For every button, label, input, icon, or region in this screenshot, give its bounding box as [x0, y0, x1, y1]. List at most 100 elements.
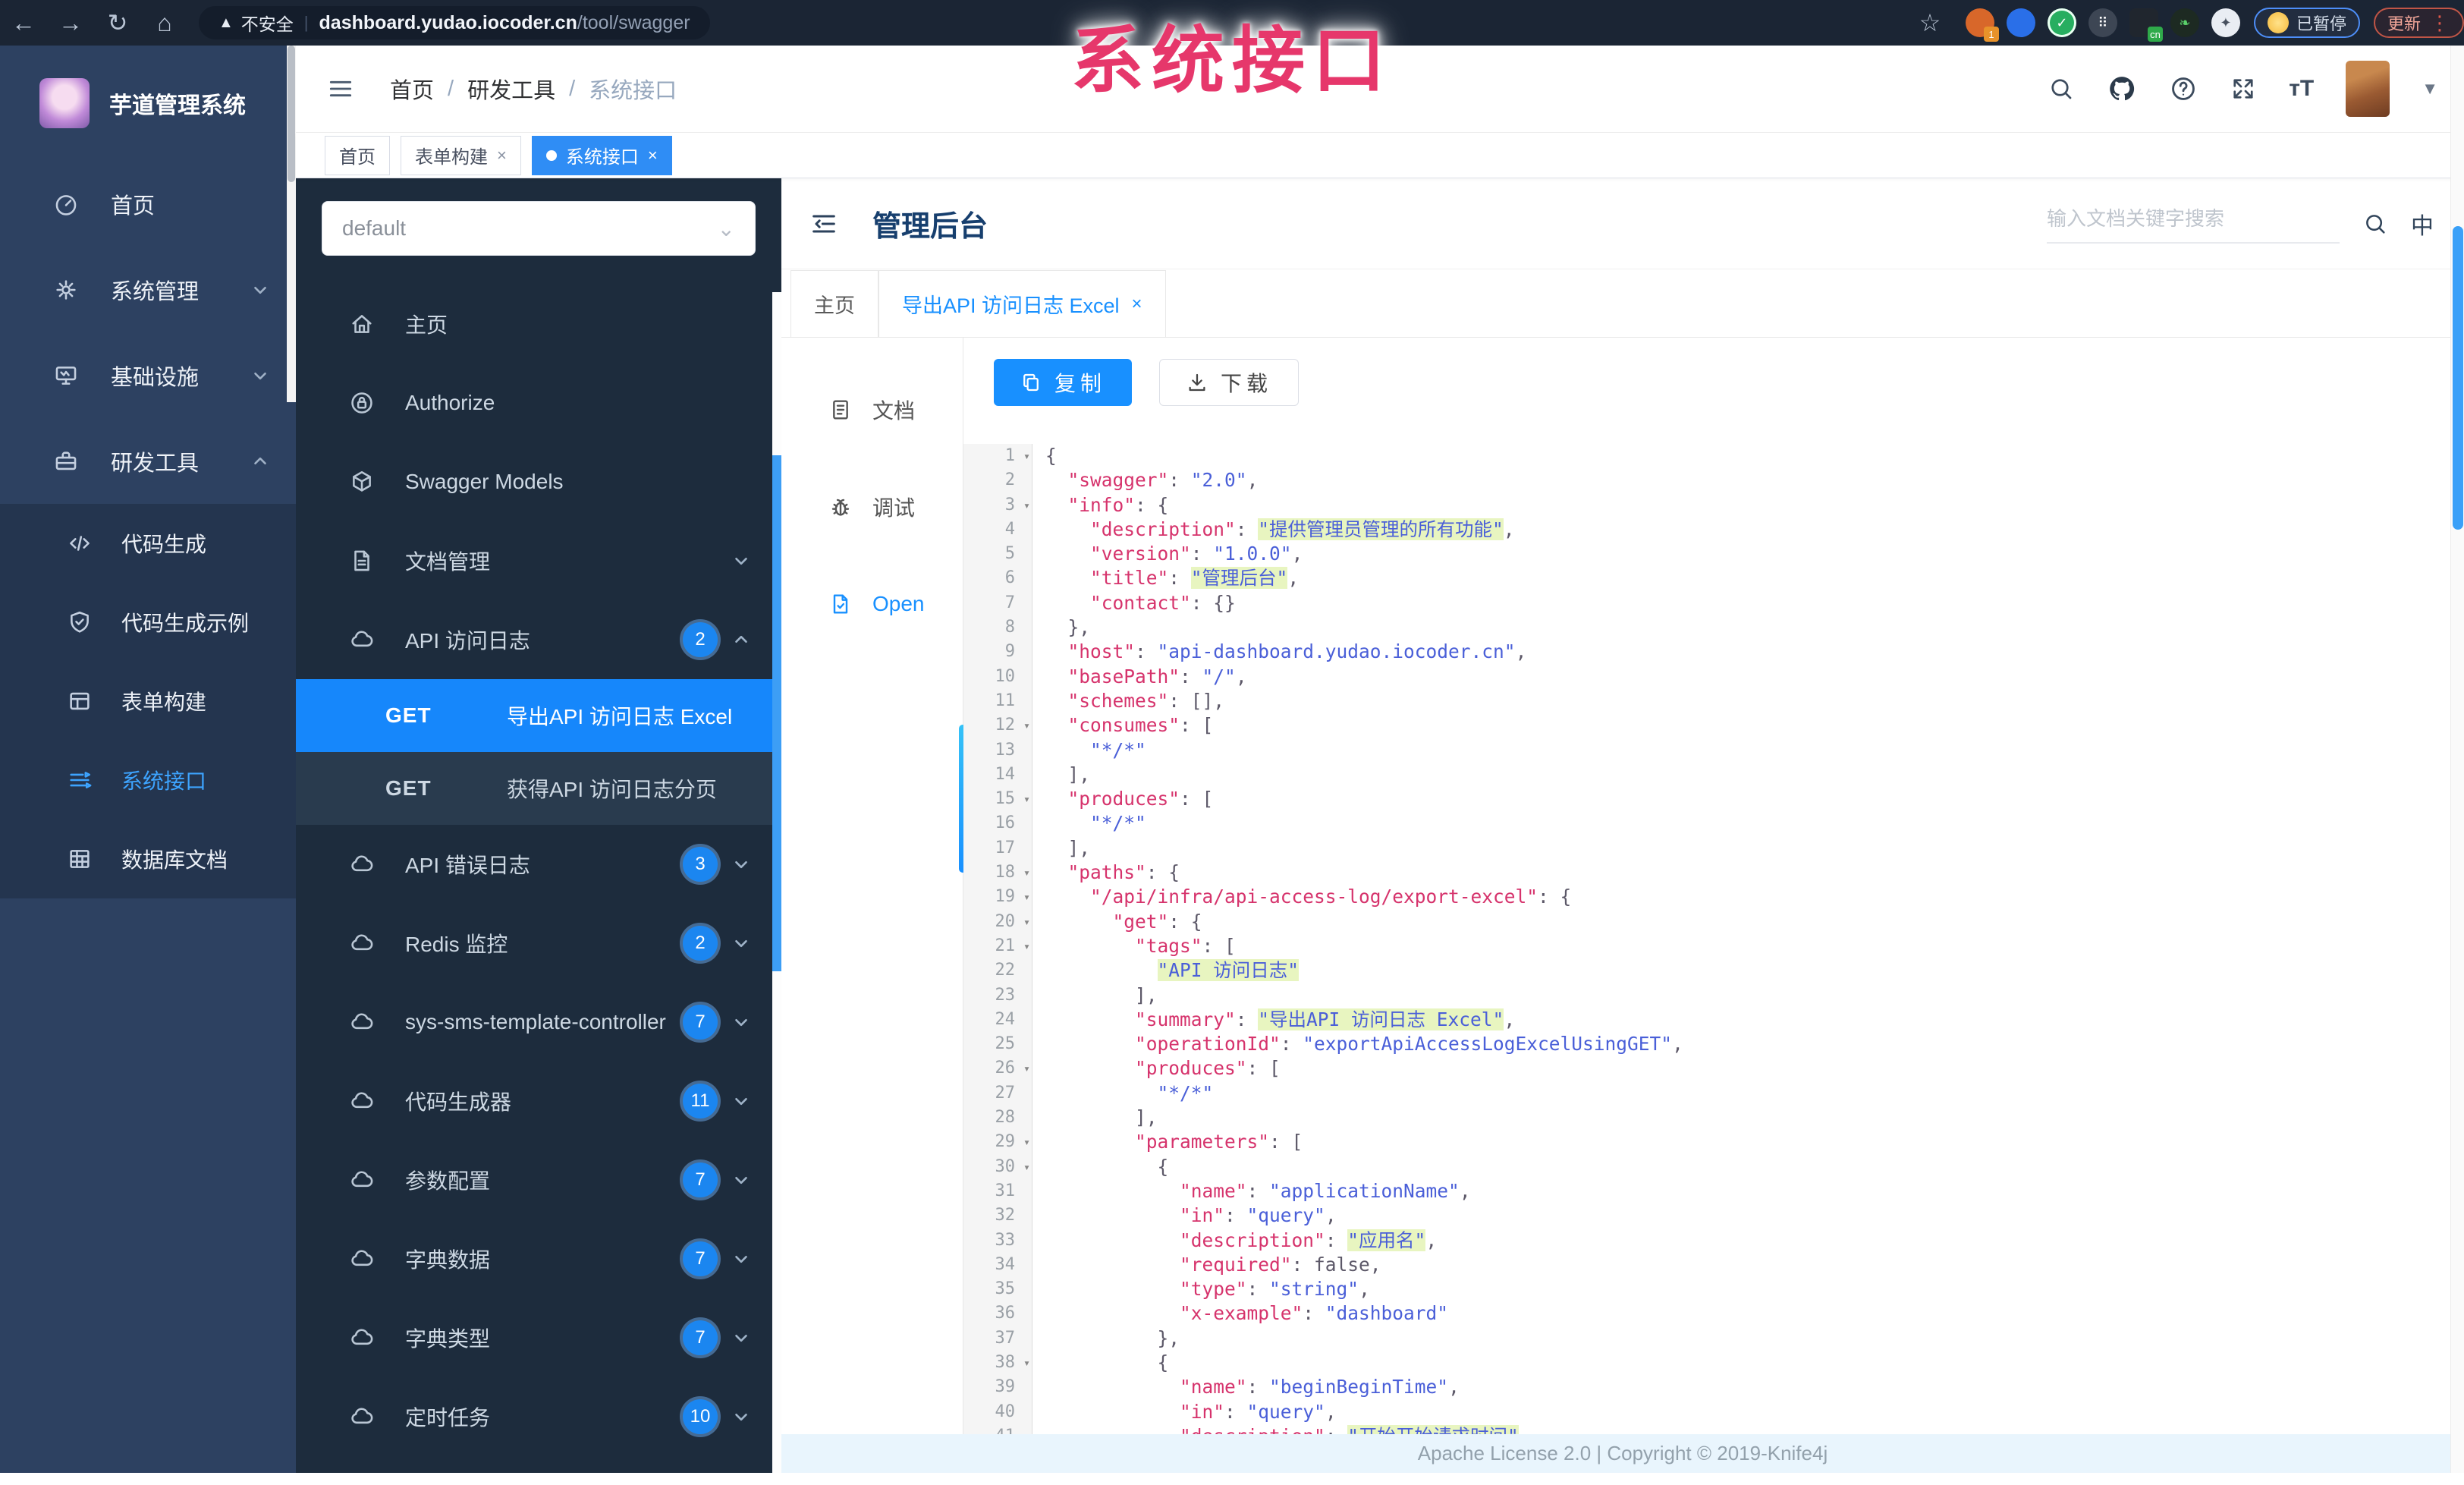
page-scrollbar[interactable] [2450, 46, 2464, 1473]
extension-icon-leaf[interactable]: ❧ [2170, 8, 2199, 37]
collapse-sidebar-icon[interactable] [809, 209, 839, 239]
update-button[interactable]: 更新 ⋮ [2373, 8, 2464, 38]
close-icon[interactable]: × [1132, 294, 1142, 315]
swagger-item-8[interactable]: Redis 监控 2 [296, 904, 781, 983]
swagger-json-editor[interactable]: 1 ▾{2 "swagger": "2.0", 3 ▾ "info": {4 "des… [963, 444, 2441, 1434]
swagger-item-label: API 错误日志 [405, 854, 530, 877]
count-badge: 7 [683, 1163, 718, 1197]
hamburger-icon[interactable] [326, 74, 355, 103]
swagger-scrollbar[interactable] [772, 292, 781, 1473]
fold-caret-icon[interactable]: ▾ [1023, 860, 1030, 885]
api-endpoint-5[interactable]: GET 导出API 访问日志 Excel [296, 679, 781, 752]
window-bottom-strip [0, 1473, 2464, 1485]
swagger-item-13[interactable]: 字典类型 7 [296, 1298, 781, 1377]
code-line-29: 29 ▾ "parameters": [ [963, 1130, 2441, 1154]
code-line-30: 30 ▾ { [963, 1155, 2441, 1179]
code-line-11: 11 "schemes": [], [963, 689, 2441, 713]
language-toggle[interactable]: 中 [2411, 207, 2434, 241]
extension-icon-grid[interactable]: ⠿ [2088, 8, 2117, 37]
breadcrumb-tools[interactable]: 研发工具 [467, 73, 555, 105]
extension-icon-puzzle[interactable]: ✦ [2211, 8, 2240, 37]
fold-caret-icon[interactable]: ▾ [1023, 713, 1030, 738]
page-tag-1[interactable]: 表单构建 × [401, 135, 521, 175]
fold-caret-icon[interactable]: ▾ [1023, 444, 1030, 468]
line-number: 3 ▾ [963, 493, 1032, 518]
sidebar-item-3[interactable]: 研发工具 [0, 418, 296, 504]
swagger-item-4[interactable]: API 访问日志 2 [296, 600, 781, 679]
swagger-item-1[interactable]: Authorize [296, 363, 781, 442]
doc-side-tab-1[interactable]: 调试 [781, 465, 963, 549]
swagger-item-14[interactable]: 定时任务 10 [296, 1377, 781, 1456]
address-bar[interactable]: ▲ 不安全 | dashboard.yudao.iocoder.cn /tool… [199, 6, 710, 39]
doc-side-tab-2[interactable]: Open [781, 562, 963, 646]
endpoint-label: 获得API 访问日志分页 [507, 778, 717, 801]
fold-caret-icon[interactable]: ▾ [1023, 787, 1030, 811]
sidebar-scrollbar[interactable] [287, 46, 296, 402]
fold-caret-icon[interactable]: ▾ [1023, 1130, 1030, 1154]
copy-button[interactable]: 复制 [994, 359, 1133, 406]
doc-side-tab-0[interactable]: 文档 [781, 368, 963, 451]
browser-back-icon[interactable]: ← [0, 9, 47, 37]
swagger-item-9[interactable]: sys-sms-template-controller 7 [296, 983, 781, 1062]
page-tag-2[interactable]: 系统接口 × [531, 135, 672, 175]
user-avatar[interactable] [2346, 61, 2390, 117]
fold-caret-icon[interactable]: ▾ [1023, 934, 1030, 958]
swagger-item-2[interactable]: Swagger Models [296, 442, 781, 521]
sidebar-subitem-1[interactable]: 代码生成示例 [0, 583, 296, 662]
http-method: GET [385, 776, 432, 800]
github-icon[interactable] [2107, 74, 2137, 104]
sidebar-subitem-4[interactable]: 数据库文档 [0, 820, 296, 898]
count-badge: 10 [683, 1399, 718, 1434]
line-number: 24 [995, 1009, 1016, 1029]
font-size-icon[interactable]: ᴛT [2289, 76, 2314, 102]
doc-search-input[interactable]: 输入文档关键字搜索 [2047, 203, 2340, 244]
breadcrumb-home[interactable]: 首页 [390, 73, 434, 105]
fold-caret-icon[interactable]: ▾ [1023, 1351, 1030, 1375]
api-endpoint-6[interactable]: GET 获得API 访问日志分页 [296, 752, 781, 825]
search-icon[interactable] [2048, 75, 2075, 102]
download-button[interactable]: 下载 [1159, 359, 1300, 406]
user-menu-caret-icon[interactable]: ▼ [2422, 79, 2438, 99]
sidebar-subitem-0[interactable]: 代码生成 [0, 504, 296, 583]
browser-menu-icon[interactable]: ⋮ [2430, 11, 2450, 35]
sidebar-subitem-2[interactable]: 表单构建 [0, 662, 296, 741]
extension-icon-orange[interactable]: 1 [1965, 8, 1999, 42]
fold-caret-icon[interactable]: ▾ [1023, 493, 1030, 518]
swagger-item-7[interactable]: API 错误日志 3 [296, 825, 781, 904]
swagger-item-12[interactable]: 字典数据 7 [296, 1219, 781, 1298]
doc-tab-1[interactable]: 导出API 访问日志 Excel × [878, 270, 1166, 337]
doc-tab-label: 导出API 访问日志 Excel [902, 294, 1120, 317]
fullscreen-icon[interactable] [2230, 75, 2257, 102]
extension-icon-green-check[interactable]: ✓ [2047, 8, 2076, 37]
browser-home-icon[interactable]: ⌂ [141, 9, 188, 37]
browser-forward-icon[interactable]: → [47, 9, 94, 37]
app-sidebar: 芋道管理系统 首页 系统管理 基础设施 研发工具 代码生成 代码生成示例 表单构建 系统接口数… [0, 46, 296, 1473]
bookmark-star-icon[interactable]: ☆ [1906, 8, 1953, 37]
paused-extension-pill[interactable]: 已暂停 [2253, 8, 2360, 38]
extension-icon-translate[interactable]: cn [2129, 8, 2163, 42]
browser-reload-icon[interactable]: ↻ [94, 8, 141, 37]
api-group-select[interactable]: default ⌄ [322, 201, 756, 256]
fold-caret-icon[interactable]: ▾ [1023, 910, 1030, 934]
close-icon[interactable]: × [648, 146, 658, 165]
extension-icon-blue-drop[interactable] [2006, 8, 2035, 37]
swagger-item-15[interactable]: 定时任务日志4 [296, 1456, 781, 1473]
doc-tab-0[interactable]: 主页 [790, 270, 878, 337]
fold-caret-icon[interactable]: ▾ [1023, 1155, 1030, 1179]
swagger-item-0[interactable]: 主页 [296, 285, 781, 363]
doc-search-icon[interactable] [2362, 211, 2388, 237]
app-logo[interactable]: 芋道管理系统 [0, 46, 296, 161]
sidebar-item-0[interactable]: 首页 [0, 161, 296, 247]
help-icon[interactable] [2169, 74, 2198, 103]
sidebar-subitem-3[interactable]: 系统接口 [0, 741, 296, 820]
fold-caret-icon[interactable]: ▾ [1023, 1056, 1030, 1081]
fold-caret-icon[interactable]: ▾ [1023, 885, 1030, 909]
swagger-item-11[interactable]: 参数配置 7 [296, 1140, 781, 1219]
close-icon[interactable]: × [497, 146, 507, 165]
sidebar-item-2[interactable]: 基础设施 [0, 332, 296, 418]
swagger-item-3[interactable]: 文档管理 [296, 521, 781, 600]
address-divider: | [303, 13, 309, 32]
swagger-item-10[interactable]: 代码生成器 11 [296, 1062, 781, 1140]
page-tag-0[interactable]: 首页 [325, 135, 390, 175]
sidebar-item-1[interactable]: 系统管理 [0, 247, 296, 332]
